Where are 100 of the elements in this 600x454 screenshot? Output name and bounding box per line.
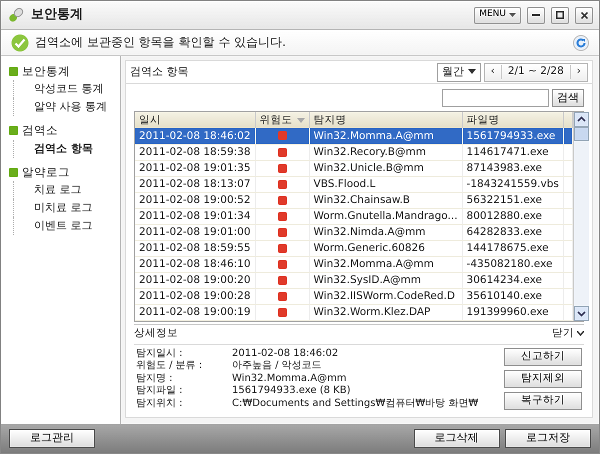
table-row[interactable]: 2011-02-08 19:01:35 Win32.Unicle.B@mm 87143983.exe [135,160,572,176]
column-header[interactable]: 위험도 [255,112,310,128]
table-cell: 2011-02-08 19:01:34 [135,208,256,224]
field-label: 탐지위치 : [136,398,184,410]
table-cell: Worm.Generic.60826 [309,240,462,256]
maximize-icon [556,11,564,19]
field-label: 탐지파일 : [136,385,184,398]
action-button[interactable]: 신고하기 [504,348,582,366]
field-label: 탐지일시 : [136,348,184,360]
table-cell: Win32.Chainsaw.B [309,192,462,208]
table-cell: Win32.IISWorm.CodeRed.D [309,288,462,304]
field-value: C:₩Documents and Settings₩컴퓨터₩바탕 화면₩ [232,398,480,410]
table-cell: 56322151.exe [462,192,564,208]
bullet-icon [9,168,18,176]
table-row[interactable]: 2011-02-08 19:01:00 Win32.Nimda.A@mm 64282833.exe [135,224,572,240]
caret-icon [468,69,476,75]
table-cell: 1561794933.exe [462,128,564,144]
prev-button[interactable]: ‹ [484,65,501,79]
table-cell: 2011-02-08 19:00:19 [135,304,256,320]
field-value: 2011-02-08 18:46:02 [232,348,340,360]
table-cell: 191399960.exe [462,304,564,320]
table-row[interactable]: 2011-02-08 18:46:02 Win32.Momma.A@mm 1561794933.exe [135,128,572,144]
column-header[interactable]: 파일명 [462,112,564,128]
table-cell: 2011-02-08 19:00:20 [135,272,256,288]
footer-button[interactable]: 로그삭제 [414,429,500,448]
table-cell: 2011-02-08 19:00:28 [135,288,256,304]
table-cell: -435082180.exe [462,256,564,272]
scrollbar[interactable] [572,112,589,320]
sidebar-item[interactable]: 검역소 항목 [13,140,120,158]
column-header[interactable]: 일시 [135,112,256,128]
table-cell: Worm.Gnutella.Mandrago... [309,208,462,224]
table-row[interactable]: 2011-02-08 19:00:28 Win32.IISWorm.CodeRed.D 35610140.exe [135,288,572,304]
next-button[interactable]: › [570,65,587,79]
details-title: 상세정보 [134,327,178,341]
table-row[interactable]: 2011-02-08 18:46:10 Win32.Momma.A@mm -435082180.exe [135,256,572,272]
sidebar-item[interactable]: 치료 로그 [13,181,120,199]
table-cell: 2011-02-08 19:01:00 [135,224,256,240]
table-cell: 2011-02-08 19:01:35 [135,160,256,176]
bullet-icon [9,126,18,135]
bullet-icon [9,66,18,76]
field-label: 위험도 / 분류 : [136,360,204,372]
log-manage-button[interactable]: 로그관리 [9,429,95,448]
table-cell: 2011-02-08 19:00:52 [135,192,256,208]
refresh-icon[interactable] [573,34,589,50]
minimize-button[interactable] [527,6,545,24]
table-cell: 2011-02-08 18:59:55 [135,240,256,256]
action-button[interactable]: 탐지제외 [504,370,582,388]
table-row[interactable]: 2011-02-08 19:01:34 Worm.Gnutella.Mandrago... 80012880.exe [135,208,572,224]
table-cell: 30614234.exe [462,272,564,288]
date-range: 2/1 ~ 2/28 [500,65,571,79]
field-value: Win32.Momma.A@mm [232,372,348,385]
capsule-icon [7,6,25,24]
table-cell: 2011-02-08 18:46:02 [135,128,256,144]
panel-title: 검역소 항목 [130,64,190,80]
close-button[interactable] [575,6,593,24]
table-cell: Win32.Momma.A@mm [309,128,462,144]
table-cell: Win32.Recory.B@mm [309,144,462,160]
sort-icon [296,118,305,122]
table-row[interactable]: 2011-02-08 18:13:07 VBS.Flood.L -1843241559.vbs [135,176,572,192]
close-icon [580,12,588,18]
table-row[interactable]: 2011-02-08 18:59:55 Worm.Generic.60826 144178675.exe [135,240,572,256]
sidebar-group[interactable]: 검역소 [22,123,58,138]
sidebar-group[interactable]: 보안통계 [22,64,70,78]
menu-button[interactable]: MENU [474,6,521,24]
period-dropdown[interactable]: 월간 [436,62,481,82]
minimize-icon [532,14,540,16]
table-row[interactable]: 2011-02-08 19:00:20 Win32.SysID.A@mm 30614234.exe [135,272,572,288]
sidebar-item[interactable]: 미치료 로그 [13,199,120,217]
search-field[interactable] [442,89,549,107]
scroll-down-icon [574,306,589,320]
maximize-button[interactable] [551,6,569,24]
table-row[interactable]: 2011-02-08 18:59:38 Win32.Recory.B@mm 114617471.exe [135,144,572,160]
sidebar-item[interactable]: 악성코드 통계 [13,80,120,98]
table-cell: Win32.Unicle.B@mm [309,160,462,176]
table-cell: 2011-02-08 18:46:10 [135,256,256,272]
check-icon [11,34,29,52]
table-cell: 2011-02-08 18:13:07 [135,176,256,192]
table-row[interactable]: 2011-02-08 19:00:19 Win32.Worm.Klez.DAP 191399960.exe [135,304,572,320]
table-cell: Win32.Nimda.A@mm [309,224,462,240]
table-cell: 144178675.exe [462,240,564,256]
table-cell: 114617471.exe [462,144,564,160]
window-title: 보안통계 [31,6,83,24]
table-cell: 80012880.exe [462,208,564,224]
table-cell: Win32.SysID.A@mm [309,272,462,288]
table-cell: 2011-02-08 18:59:38 [135,144,256,160]
scroll-up-icon [574,112,589,127]
sidebar-item[interactable]: 이벤트 로그 [13,217,120,235]
collapse-link[interactable]: 닫기 [552,327,584,341]
search-button[interactable]: 검색 [552,89,584,107]
scroll-thumb[interactable] [574,127,589,141]
action-button[interactable]: 복구하기 [504,392,582,410]
field-value: 아주높음 / 악성코드 [232,360,323,372]
field-value: 1561794933.exe (8 KB) [232,385,352,398]
footer-button[interactable]: 로그저장 [505,429,591,448]
sidebar-group[interactable]: 알약로그 [22,164,70,180]
column-header[interactable]: 탐지명 [309,112,462,128]
table-cell: Win32.Momma.A@mm [309,256,462,272]
table-cell: 64282833.exe [462,224,564,240]
sidebar-item[interactable]: 알약 사용 통계 [13,98,120,116]
table-row[interactable]: 2011-02-08 19:00:52 Win32.Chainsaw.B 56322151.exe [135,192,572,208]
